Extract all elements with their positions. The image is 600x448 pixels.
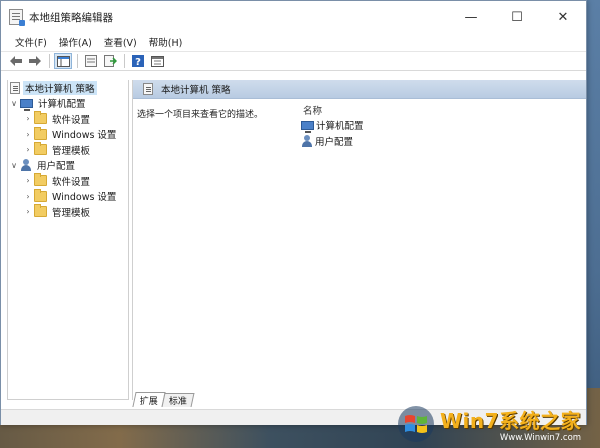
- title-bar[interactable]: 本地组策略编辑器 — ☐ ✕: [1, 1, 586, 33]
- forward-arrow-icon[interactable]: [26, 53, 44, 69]
- policy-icon: [143, 83, 153, 95]
- collapsed-chevron-icon[interactable]: ›: [22, 114, 34, 123]
- tree-item-label: Windows 设置: [52, 130, 117, 142]
- column-header-name[interactable]: 名称: [291, 102, 581, 117]
- menu-bar: 文件(F) 操作(A) 查看(V) 帮助(H): [1, 33, 586, 51]
- computer-icon: [301, 120, 314, 133]
- folder-icon: [34, 142, 47, 156]
- policy-icon: [10, 81, 20, 94]
- view-icon[interactable]: [148, 53, 166, 69]
- list-item-label: 用户配置: [315, 137, 354, 148]
- help-icon[interactable]: ?: [129, 53, 147, 69]
- tree-item-computer-config[interactable]: ∨ 计算机配置: [8, 96, 128, 112]
- tree-item-label: 管理模板: [52, 207, 91, 219]
- tree-item-user-templates[interactable]: › 管理模板: [8, 204, 128, 220]
- window-title: 本地组策略编辑器: [29, 11, 113, 24]
- tab-standard[interactable]: 标准: [161, 393, 195, 407]
- menu-help[interactable]: 帮助(H): [143, 35, 189, 49]
- tab-extended-label: 扩展: [139, 396, 158, 407]
- watermark: Win7系统之家 Www.Winwin7.com: [396, 402, 596, 446]
- list-item-user-config[interactable]: 用户配置: [291, 133, 581, 149]
- folder-icon: [34, 111, 47, 125]
- tree-item-computer-windows[interactable]: › Windows 设置: [8, 126, 128, 143]
- tab-standard-label: 标准: [168, 397, 187, 407]
- tree-pane: 本地计算机 策略 ∨ 计算机配置 › 软件设置 › Windows 设置 › 管…: [7, 80, 129, 400]
- menu-file[interactable]: 文件(F): [9, 35, 53, 49]
- tree-item-user-windows[interactable]: › Windows 设置: [8, 188, 128, 205]
- back-arrow-icon[interactable]: [7, 53, 25, 69]
- collapsed-chevron-icon[interactable]: ›: [22, 207, 34, 216]
- folder-icon: [34, 173, 47, 187]
- tree-item-label: 本地计算机 策略: [23, 80, 97, 95]
- toolbar-separator: [124, 54, 125, 68]
- watermark-text: Win7系统之家 Www.Winwin7.com: [440, 405, 581, 443]
- gpedit-app-icon: [9, 9, 25, 26]
- content-area: 本地计算机 策略 ∨ 计算机配置 › 软件设置 › Windows 设置 › 管…: [1, 72, 586, 409]
- list-item-computer-config[interactable]: 计算机配置: [291, 117, 581, 133]
- expanded-chevron-icon[interactable]: ∨: [8, 99, 20, 108]
- menu-action[interactable]: 操作(A): [53, 35, 98, 49]
- user-icon: [20, 159, 32, 172]
- export-list-icon[interactable]: [101, 53, 119, 69]
- folder-icon: [34, 188, 47, 202]
- collapsed-chevron-icon[interactable]: ›: [22, 145, 34, 154]
- svg-text:?: ?: [135, 57, 141, 67]
- tree-item-label: 计算机配置: [38, 99, 86, 111]
- tree-item-label: 软件设置: [52, 176, 91, 188]
- folder-icon: [34, 126, 47, 140]
- tree-item-computer-templates[interactable]: › 管理模板: [8, 142, 128, 158]
- item-list: 名称 计算机配置 用户配置: [291, 102, 581, 149]
- view-tabs: 扩展 标准: [132, 391, 195, 407]
- list-item-label: 计算机配置: [316, 121, 364, 132]
- maximize-button[interactable]: ☐: [494, 1, 540, 33]
- close-button[interactable]: ✕: [540, 1, 586, 33]
- collapsed-chevron-icon[interactable]: ›: [22, 130, 34, 139]
- expanded-chevron-icon[interactable]: ∨: [8, 161, 20, 170]
- watermark-brand: Win7系统之家: [440, 409, 582, 433]
- detail-header: 本地计算机 策略: [133, 80, 586, 99]
- window-controls: — ☐ ✕: [448, 1, 586, 33]
- toolbar-separator: [49, 54, 50, 68]
- tree-item-label: 软件设置: [52, 114, 91, 126]
- folder-icon: [34, 204, 47, 218]
- tree-item-label: Windows 设置: [52, 192, 117, 204]
- windows-flag-logo-icon: [396, 404, 436, 444]
- tree-item-user-config[interactable]: ∨ 用户配置: [8, 158, 128, 174]
- user-icon: [301, 135, 313, 147]
- tree-item-user-software[interactable]: › 软件设置: [8, 173, 128, 189]
- tree-item-label: 用户配置: [37, 161, 76, 173]
- toolbar-separator: [77, 54, 78, 68]
- computer-icon: [20, 98, 33, 111]
- toolbar: ?: [1, 51, 586, 71]
- show-hide-tree-icon[interactable]: [54, 53, 72, 69]
- watermark-url: Www.Winwin7.com: [499, 433, 582, 443]
- tree-item-label: 管理模板: [52, 145, 91, 157]
- tree-item-root[interactable]: 本地计算机 策略: [8, 80, 128, 96]
- collapsed-chevron-icon[interactable]: ›: [22, 176, 34, 185]
- properties-icon[interactable]: [82, 53, 100, 69]
- menu-view[interactable]: 查看(V): [98, 35, 143, 49]
- tree-item-computer-software[interactable]: › 软件设置: [8, 111, 128, 127]
- tab-extended[interactable]: 扩展: [132, 392, 166, 407]
- detail-header-title: 本地计算机 策略: [161, 85, 231, 96]
- description-text: 选择一个项目来查看它的描述。: [137, 110, 264, 120]
- minimize-button[interactable]: —: [448, 1, 494, 33]
- gpedit-window: 本地组策略编辑器 — ☐ ✕ 文件(F) 操作(A) 查看(V) 帮助(H) ?…: [0, 0, 587, 425]
- detail-pane: 本地计算机 策略 选择一个项目来查看它的描述。 名称 计算机配置 用户配置: [132, 80, 586, 400]
- collapsed-chevron-icon[interactable]: ›: [22, 192, 34, 201]
